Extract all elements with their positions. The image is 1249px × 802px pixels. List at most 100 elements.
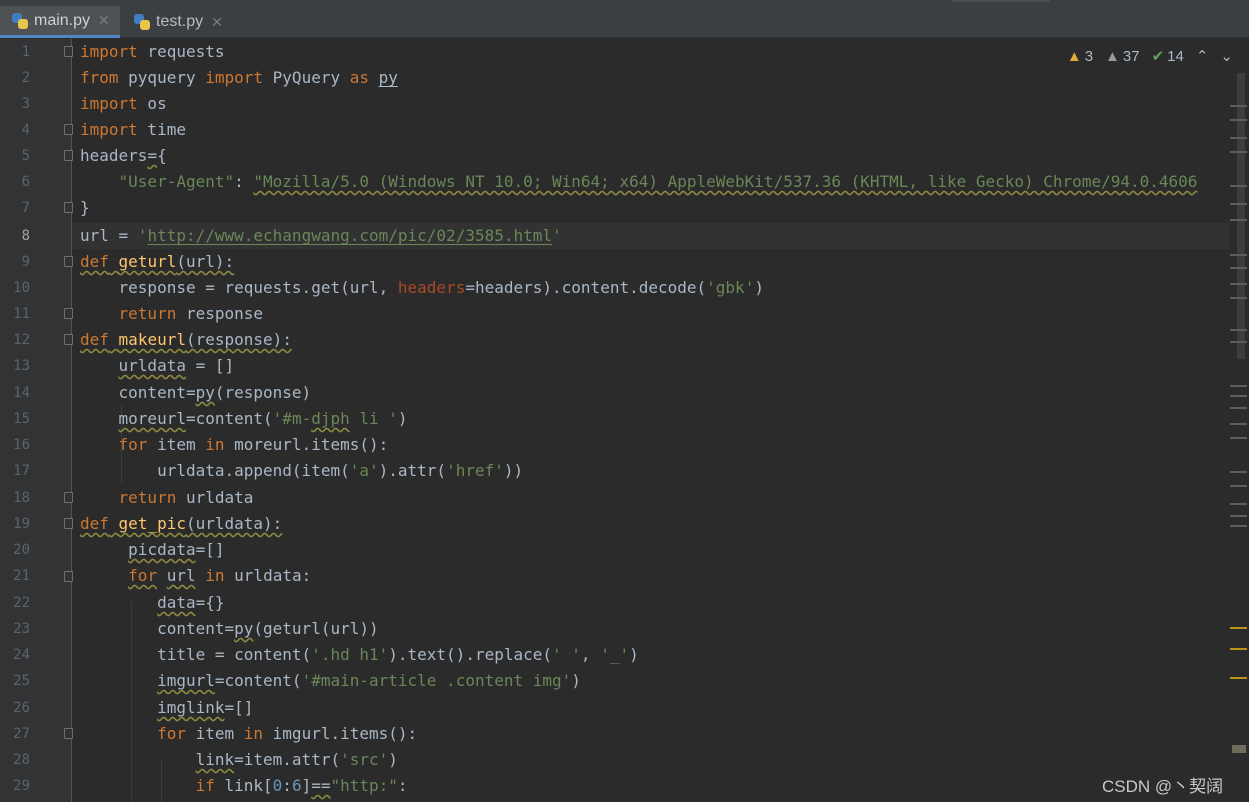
code-line: data={} <box>157 593 225 612</box>
stripe-marker[interactable] <box>1230 503 1247 505</box>
code-line: from pyquery import PyQuery as py <box>80 68 398 87</box>
line-number: 26 <box>13 700 30 716</box>
line-number: 8 <box>21 228 30 244</box>
stripe-marker[interactable] <box>1230 185 1247 187</box>
fold-marker[interactable] <box>64 518 73 529</box>
watermark: CSDN @丶契阔 <box>1102 777 1224 796</box>
stripe-marker[interactable] <box>1230 407 1247 409</box>
weak-warning-icon: ▲ <box>1105 47 1120 65</box>
close-icon[interactable]: ✕ <box>98 12 110 29</box>
line-number: 28 <box>13 752 30 768</box>
tab-main-py[interactable]: main.py ✕ <box>0 6 120 38</box>
stripe-marker[interactable] <box>1230 395 1247 397</box>
warning-stripe-marker[interactable] <box>1230 677 1247 679</box>
code-line: urldata = [] <box>118 356 235 375</box>
weak-warnings-count[interactable]: ▲ 37 <box>1105 48 1140 65</box>
stripe-marker[interactable] <box>1230 267 1247 269</box>
line-number: 19 <box>13 516 30 532</box>
python-file-icon <box>12 12 28 29</box>
line-number: 12 <box>13 332 30 348</box>
stripe-marker[interactable] <box>1230 203 1247 205</box>
code-line: import requests <box>80 42 225 61</box>
stripe-marker[interactable] <box>1230 485 1247 487</box>
line-number: 1 <box>21 44 30 60</box>
tab-label: test.py <box>156 13 204 30</box>
line-number: 2 <box>21 70 30 86</box>
stripe-marker[interactable] <box>1230 385 1247 387</box>
line-number: 17 <box>13 463 30 479</box>
line-number: 24 <box>13 647 30 663</box>
line-number-gutter: 1 2 3 4 5 6 7 8 9 10 11 12 13 14 15 16 1… <box>0 39 73 802</box>
fold-marker[interactable] <box>64 150 73 161</box>
code-line: for url in urldata: <box>128 566 312 585</box>
code-line: import time <box>80 120 186 139</box>
code-line: import os <box>80 94 167 113</box>
warnings-count[interactable]: ▲ 3 <box>1067 48 1093 65</box>
code-editor[interactable]: 1 2 3 4 5 6 7 8 9 10 11 12 13 14 15 16 1… <box>0 39 1249 802</box>
fold-marker[interactable] <box>64 728 73 739</box>
line-number: 16 <box>13 437 30 453</box>
typo-check-icon: ✔ <box>1151 48 1165 65</box>
stripe-marker[interactable] <box>1230 119 1247 121</box>
stripe-marker[interactable] <box>1230 437 1247 439</box>
fold-marker[interactable] <box>64 46 73 57</box>
fold-marker[interactable] <box>64 256 73 267</box>
stripe-marker[interactable] <box>1230 515 1247 517</box>
stripe-marker[interactable] <box>1230 329 1247 331</box>
stripe-marker[interactable] <box>1230 137 1247 139</box>
stripe-marker[interactable] <box>1230 283 1247 285</box>
chevron-up-icon[interactable]: ⌃ <box>1196 47 1209 65</box>
code-line: headers={ <box>80 146 167 165</box>
fold-marker[interactable] <box>64 308 73 319</box>
python-file-icon <box>134 14 150 30</box>
tab-test-py[interactable]: test.py ✕ <box>122 6 233 38</box>
line-number: 11 <box>13 306 30 322</box>
line-number: 20 <box>13 542 30 558</box>
fold-marker[interactable] <box>64 571 73 582</box>
code-line: return urldata <box>118 488 254 507</box>
line-number: 14 <box>13 385 30 401</box>
line-number: 6 <box>21 174 30 190</box>
line-number: 5 <box>21 148 30 164</box>
code-line: urldata.append(item('a').attr('href')) <box>80 461 524 480</box>
fold-marker[interactable] <box>64 124 73 135</box>
code-line: def geturl(url): <box>80 252 235 271</box>
stripe-marker[interactable] <box>1230 471 1247 473</box>
line-number: 9 <box>21 254 30 270</box>
code-line: content=py(response) <box>80 383 312 402</box>
fold-marker[interactable] <box>64 492 73 503</box>
code-line: moreurl=content('#m-djph li ') <box>118 409 408 428</box>
stripe-marker[interactable] <box>1230 105 1247 107</box>
stripe-marker[interactable] <box>1230 525 1247 527</box>
fold-marker[interactable] <box>64 334 73 345</box>
code-line: if link[0:6]=="http:": <box>195 776 408 795</box>
warning-stripe-marker[interactable] <box>1230 627 1247 629</box>
stripe-marker[interactable] <box>1230 341 1247 343</box>
code-line: content=py(geturl(url)) <box>80 619 379 638</box>
stripe-marker[interactable] <box>1230 151 1247 153</box>
line-number: 7 <box>21 200 30 216</box>
close-icon[interactable]: ✕ <box>211 14 223 31</box>
tabbar-accent <box>952 0 1050 2</box>
code-line: title = content('.hd h1').text().replace… <box>80 645 639 664</box>
code-line: return response <box>118 304 264 323</box>
code-line: imgurl=content('#main-article .content i… <box>157 671 581 690</box>
line-number: 3 <box>21 96 30 112</box>
typos-count[interactable]: ✔ 14 <box>1151 47 1184 66</box>
fold-marker[interactable] <box>64 202 73 213</box>
line-number: 23 <box>13 621 30 637</box>
stripe-marker[interactable] <box>1230 297 1247 299</box>
line-number: 15 <box>13 411 30 427</box>
code-line: for item in moreurl.items(): <box>118 435 389 454</box>
inspection-widget[interactable]: ▲ 3 ▲ 37 ✔ 14 ⌃ ⌄ <box>1067 47 1233 66</box>
warning-stripe-marker[interactable] <box>1230 648 1247 650</box>
stripe-marker[interactable] <box>1230 423 1247 425</box>
stripe-marker[interactable] <box>1232 745 1246 753</box>
scrollbar-thumb[interactable] <box>1237 73 1245 359</box>
code-area[interactable]: import requests from pyquery import PyQu… <box>80 39 1230 802</box>
line-number: 21 <box>13 568 30 584</box>
line-number: 10 <box>13 280 30 296</box>
stripe-marker[interactable] <box>1230 219 1247 221</box>
stripe-marker[interactable] <box>1230 254 1247 256</box>
code-line: link=item.attr('src') <box>195 750 398 769</box>
